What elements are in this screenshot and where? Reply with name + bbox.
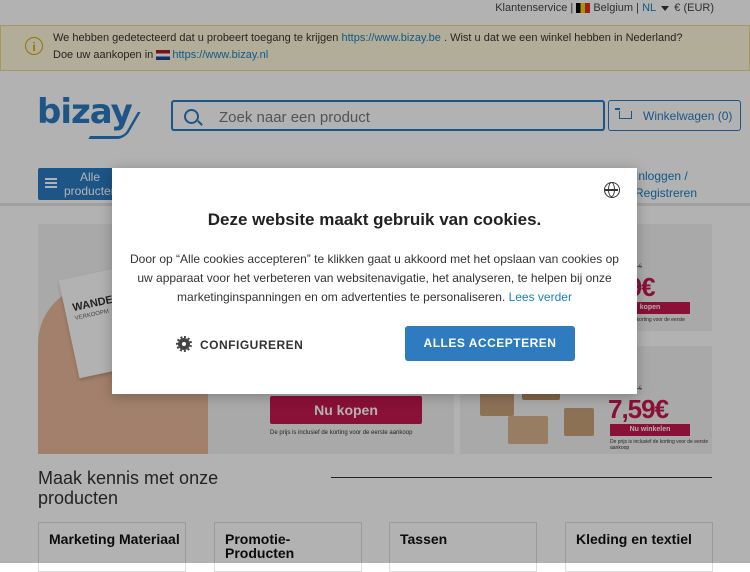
read-more-link[interactable]: Lees verder [509, 290, 572, 304]
accept-all-button[interactable]: ALLES ACCEPTEREN [405, 326, 575, 361]
cookie-title: Deze website maakt gebruik van cookies. [207, 210, 542, 229]
page: Klantenservice | Belgium | NL € (EUR) i … [0, 0, 750, 572]
cookie-consent-dialog: Deze website maakt gebruik van cookies. … [112, 168, 637, 394]
globe-icon[interactable] [604, 182, 620, 198]
gear-icon [176, 336, 192, 352]
configure-button[interactable]: CONFIGUREREN [172, 332, 303, 358]
cookie-body: Door op “Alle cookies accepteren” te kli… [130, 252, 619, 304]
